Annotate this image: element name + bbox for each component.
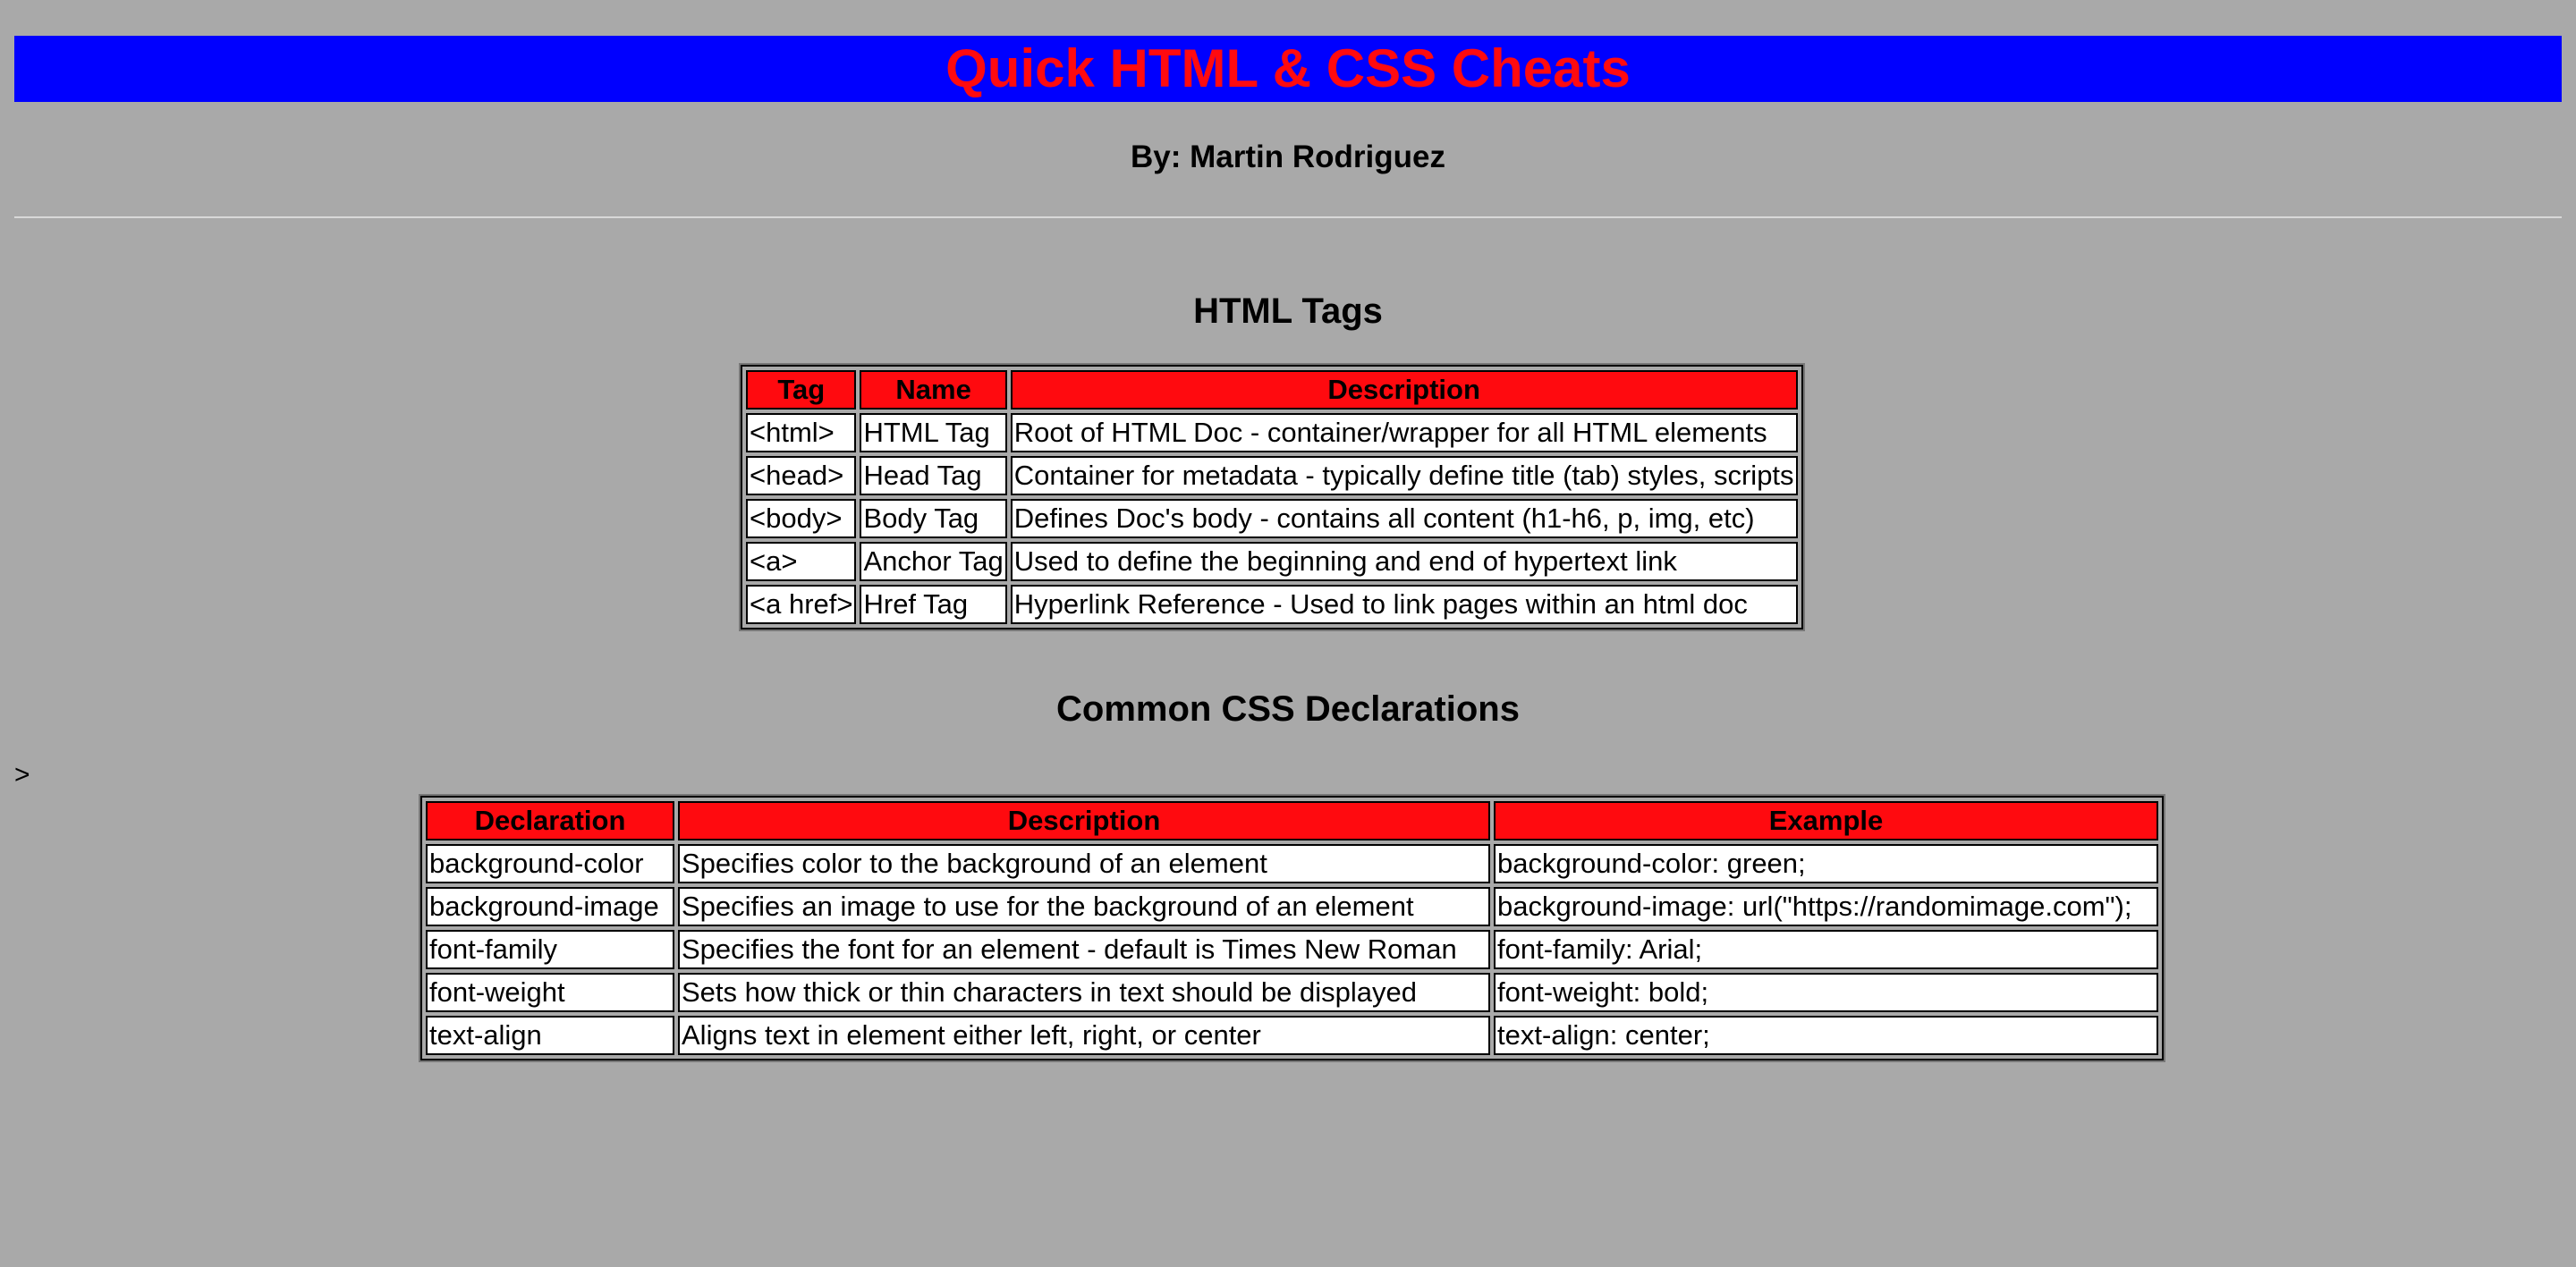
table-row: <a> Anchor Tag Used to define the beginnin… xyxy=(746,542,1798,581)
table-cell: Container for metadata - typically defin… xyxy=(1010,456,1798,495)
page-title: Quick HTML & CSS Cheats xyxy=(945,38,1631,98)
table-cell: background-color xyxy=(426,844,674,883)
table-cell: <a> xyxy=(746,542,857,581)
table-row: font-weight Sets how thick or thin charac… xyxy=(426,973,2158,1012)
table-cell: Sets how thick or thin characters in tex… xyxy=(678,973,1490,1012)
table-header-row: Tag Name Description xyxy=(746,370,1798,410)
table-row: font-family Specifies the font for an ele… xyxy=(426,930,2158,969)
table-cell: Defines Doc's body - contains all conten… xyxy=(1010,499,1798,538)
css-declarations-heading: Common CSS Declarations xyxy=(1056,689,1520,729)
table-header-row: Declaration Description Example xyxy=(426,801,2158,840)
table-row: background-color Specifies color to the b… xyxy=(426,844,2158,883)
table-cell: HTML Tag xyxy=(860,413,1007,452)
table-cell: <html> xyxy=(746,413,857,452)
table-cell: Specifies the font for an element - defa… xyxy=(678,930,1490,969)
table-cell: font-weight xyxy=(426,973,674,1012)
table-cell: background-color: green; xyxy=(1494,844,2158,883)
html-tags-table: Tag Name Description <html> HTML Tag Root … xyxy=(739,363,1805,631)
table-cell: text-align xyxy=(426,1016,674,1055)
table-row: <a href> Href Tag Hyperlink Reference - Us… xyxy=(746,585,1798,624)
column-header: Declaration xyxy=(426,801,674,840)
table-cell: font-family xyxy=(426,930,674,969)
table-row: <html> HTML Tag Root of HTML Doc - contain… xyxy=(746,413,1798,452)
table-cell: background-image: url("https://randomima… xyxy=(1494,887,2158,926)
table-cell: Root of HTML Doc - container/wrapper for… xyxy=(1010,413,1798,452)
table-row: background-image Specifies an image to us… xyxy=(426,887,2158,926)
table-row: <head> Head Tag Container for metadata - t… xyxy=(746,456,1798,495)
table-cell: Specifies an image to use for the backgr… xyxy=(678,887,1490,926)
table-cell: Hyperlink Reference - Used to link pages… xyxy=(1010,585,1798,624)
table-cell: Anchor Tag xyxy=(860,542,1007,581)
table-cell: Used to define the beginning and end of … xyxy=(1010,542,1798,581)
table-cell: font-family: Arial; xyxy=(1494,930,2158,969)
divider xyxy=(14,216,2562,218)
byline: By: Martin Rodriguez xyxy=(1131,139,1445,174)
html-tags-heading: HTML Tags xyxy=(1193,291,1383,331)
table-cell: text-align: center; xyxy=(1494,1016,2158,1055)
table-cell: Body Tag xyxy=(860,499,1007,538)
table-cell: font-weight: bold; xyxy=(1494,973,2158,1012)
column-header: Description xyxy=(678,801,1490,840)
table-row: <body> Body Tag Defines Doc's body - conta… xyxy=(746,499,1798,538)
stray-text: > xyxy=(14,760,30,790)
table-cell: <a href> xyxy=(746,585,857,624)
css-declarations-table: Declaration Description Example backgrou… xyxy=(419,794,2165,1062)
column-header: Name xyxy=(860,370,1007,410)
table-cell: <body> xyxy=(746,499,857,538)
title-banner: Quick HTML & CSS Cheats xyxy=(14,36,2562,102)
table-cell: Href Tag xyxy=(860,585,1007,624)
column-header: Description xyxy=(1010,370,1798,410)
table-row: text-align Aligns text in element either … xyxy=(426,1016,2158,1055)
table-cell: background-image xyxy=(426,887,674,926)
table-cell: Aligns text in element either left, righ… xyxy=(678,1016,1490,1055)
table-cell: <head> xyxy=(746,456,857,495)
table-cell: Head Tag xyxy=(860,456,1007,495)
table-cell: Specifies color to the background of an … xyxy=(678,844,1490,883)
column-header: Tag xyxy=(746,370,857,410)
column-header: Example xyxy=(1494,801,2158,840)
